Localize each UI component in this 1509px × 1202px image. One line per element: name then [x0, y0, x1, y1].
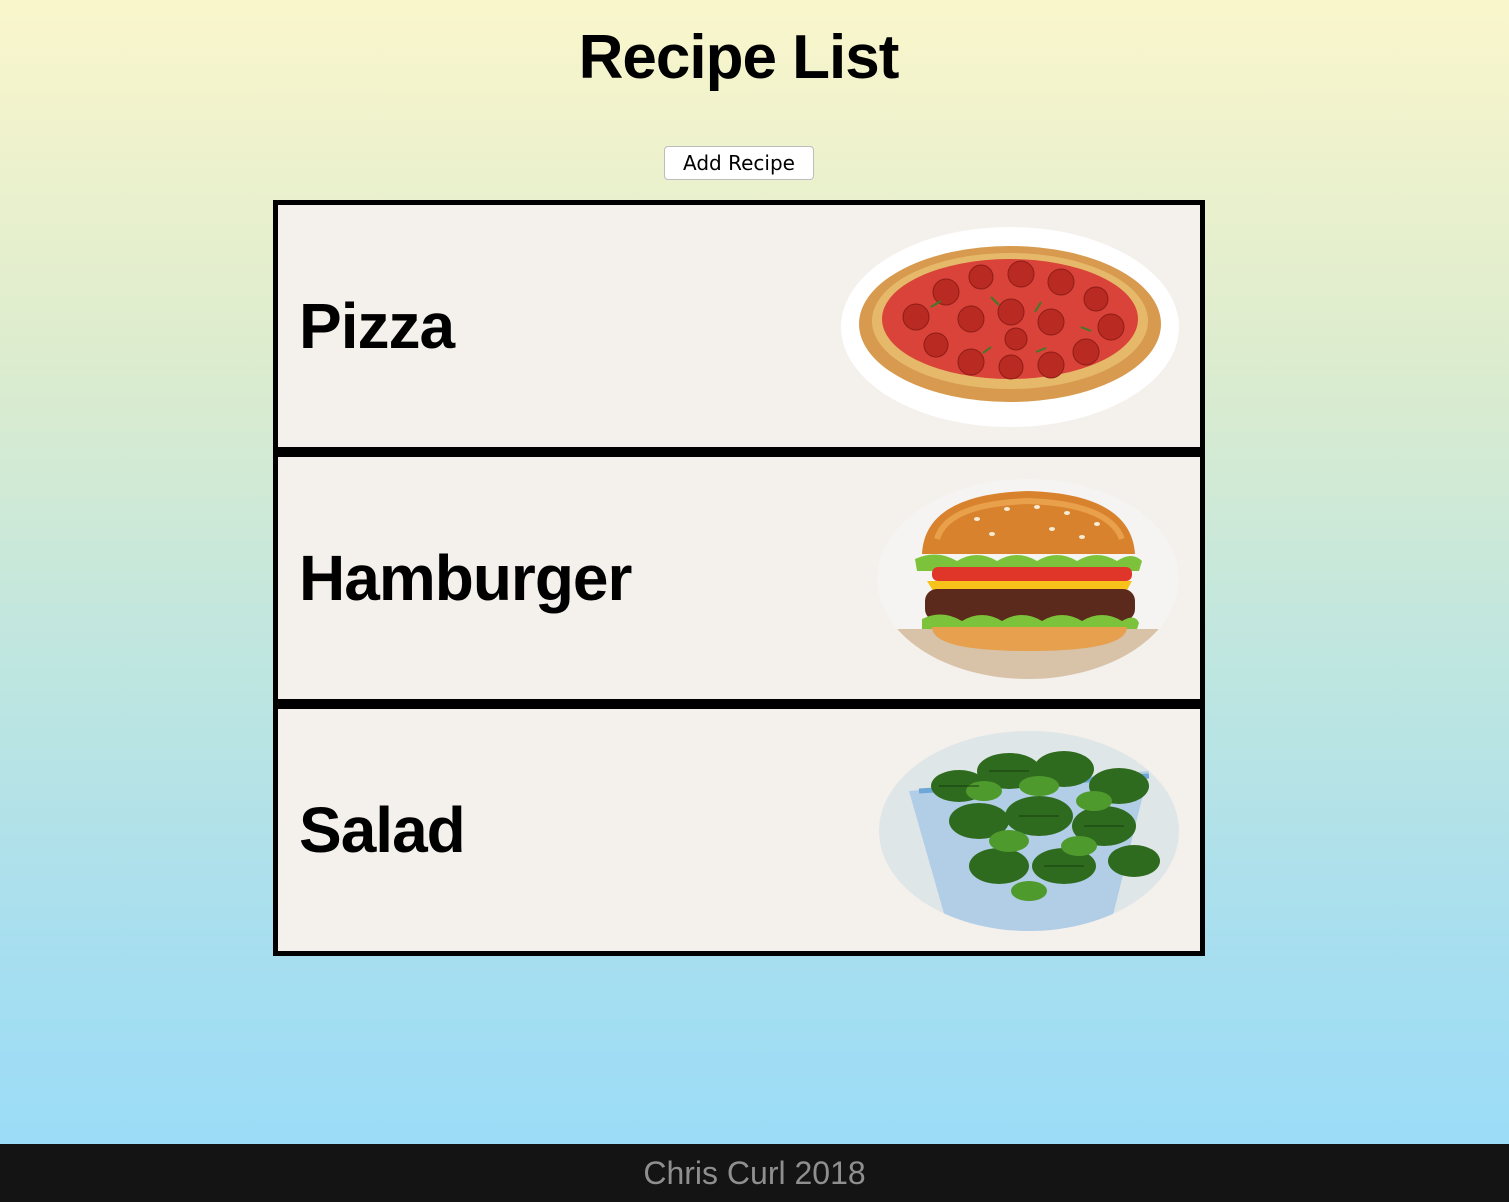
footer-text: Chris Curl 2018	[643, 1155, 866, 1191]
recipe-name: Hamburger	[299, 542, 632, 614]
recipe-item-salad[interactable]: Salad	[273, 704, 1205, 956]
pizza-image	[841, 227, 1179, 427]
recipe-name: Pizza	[299, 290, 455, 362]
add-recipe-button[interactable]: Add Recipe	[664, 146, 814, 180]
page-title: Recipe List	[578, 23, 900, 92]
hamburger-image	[877, 479, 1179, 679]
footer: Chris Curl 2018	[0, 1144, 1509, 1202]
recipe-list: Pizza Hamburger Salad	[273, 200, 1205, 956]
recipe-name: Salad	[299, 794, 466, 866]
salad-image	[879, 731, 1179, 931]
recipe-item-pizza[interactable]: Pizza	[273, 200, 1205, 452]
recipe-item-hamburger[interactable]: Hamburger	[273, 452, 1205, 704]
